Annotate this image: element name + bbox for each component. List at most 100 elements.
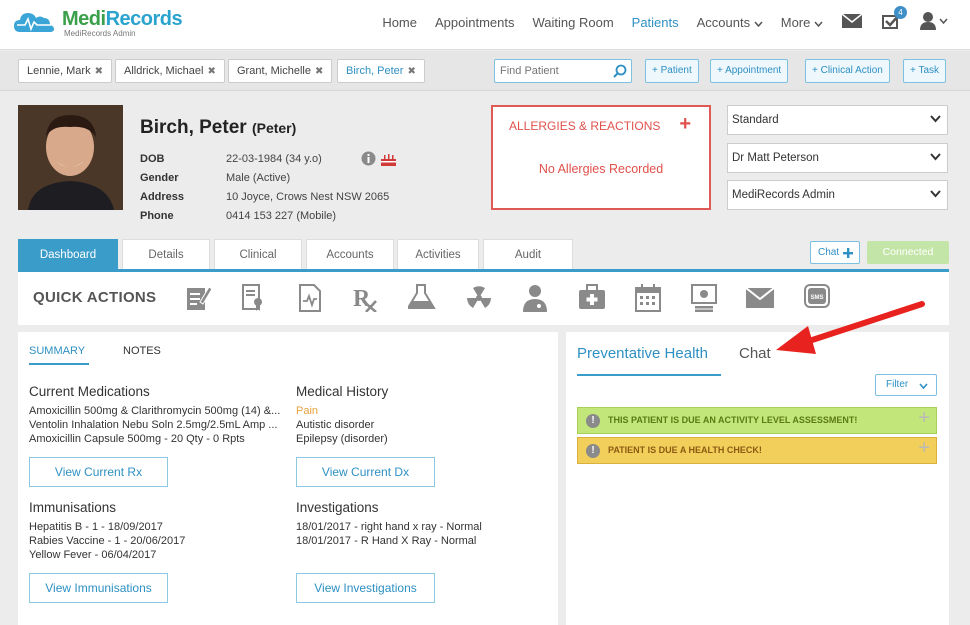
lab-flask-icon[interactable] [406, 284, 436, 313]
plus-icon [843, 248, 853, 258]
doctor-select[interactable]: Dr Matt Peterson [727, 143, 948, 173]
filter-label: Filter [886, 379, 909, 390]
alert-health-check[interactable]: ! PATIENT IS DUE A HEALTH CHECK! + [577, 437, 937, 464]
patient-chip-label: Birch, Peter [346, 65, 404, 77]
tab-accounts[interactable]: Accounts [306, 239, 394, 269]
tab-preventative-health[interactable]: Preventative Health [577, 345, 708, 362]
preventative-tab-underline [577, 374, 721, 376]
doctor-referral-icon[interactable] [522, 284, 548, 315]
tab-activities[interactable]: Activities [397, 239, 479, 269]
patient-photo [18, 105, 123, 210]
tasks-count-badge: 4 [894, 5, 907, 19]
chevron-down-icon [919, 383, 928, 389]
tab-notes[interactable]: NOTES [123, 345, 161, 357]
phone-label: Phone [140, 210, 174, 222]
practice-select[interactable]: MediRecords Admin [727, 180, 948, 210]
medication-item: Amoxicillin 500mg & Clarithromycin 500mg… [29, 405, 281, 417]
alert-activity-assessment[interactable]: ! THIS PATIENT IS DUE AN ACTIVITY LEVEL … [577, 407, 937, 434]
practice-value: MediRecords Admin [732, 189, 835, 201]
add-plus-icon[interactable]: + [918, 436, 930, 461]
nav-patients[interactable]: Patients [632, 15, 679, 30]
nav-accounts[interactable]: Accounts [697, 15, 763, 30]
nav-waiting-room[interactable]: Waiting Room [533, 15, 614, 30]
patient-chip-lennie[interactable]: Lennie, Mark ✖ [18, 59, 112, 83]
patient-name: Birch, Peter (Peter) [140, 117, 296, 139]
tab-dashboard[interactable]: Dashboard [18, 239, 118, 269]
allergies-title: ALLERGIES & REACTIONS [509, 119, 661, 133]
info-icon: ! [586, 444, 600, 458]
connection-status-badge: Connected [867, 241, 949, 264]
address-label: Address [140, 191, 185, 203]
gender-value: Male (Active) [226, 172, 291, 184]
view-investigations-button[interactable]: View Investigations [296, 573, 435, 603]
add-appointment-button[interactable]: + Appointment [710, 59, 789, 83]
nav-more[interactable]: More [781, 15, 823, 30]
find-patient-input[interactable] [495, 60, 605, 82]
immunisation-item: Hepatitis B - 1 - 18/09/2017 [29, 521, 163, 533]
medical-history-title: Medical History [296, 384, 389, 399]
close-icon[interactable]: ✖ [407, 66, 415, 77]
chevron-down-icon [930, 115, 941, 123]
close-icon[interactable]: ✖ [207, 66, 215, 77]
history-item: Autistic disorder [296, 419, 375, 431]
calendar-icon[interactable] [635, 284, 661, 315]
add-clinical-action-button[interactable]: + Clinical Action [805, 59, 890, 83]
patient-chip-birch[interactable]: Birch, Peter ✖ [337, 59, 425, 83]
info-icon: ! [586, 414, 600, 428]
medication-item: Amoxicillin Capsule 500mg - 20 Qty - 0 R… [29, 433, 245, 445]
close-icon[interactable]: ✖ [315, 66, 323, 77]
user-menu-icon[interactable] [920, 11, 948, 33]
logo-title-medi: Medi [62, 8, 106, 30]
top-navigation: MediRecords MediRecords Admin Home Appoi… [0, 0, 970, 50]
tab-chat[interactable]: Chat [739, 345, 771, 362]
add-patient-button[interactable]: + Patient [645, 59, 699, 83]
medirecords-logo[interactable]: MediRecords MediRecords Admin [12, 8, 183, 38]
view-immunisations-button[interactable]: View Immunisations [29, 573, 168, 603]
patient-chip-alldrick[interactable]: Alldrick, Michael ✖ [115, 59, 225, 83]
immunisations-title: Immunisations [29, 500, 117, 515]
tab-audit[interactable]: Audit [483, 239, 573, 269]
investigation-item: 18/01/2017 - right hand x ray - Normal [296, 521, 482, 533]
tab-details[interactable]: Details [122, 239, 210, 269]
medical-kit-icon[interactable] [578, 284, 606, 313]
tab-summary[interactable]: SUMMARY [29, 345, 85, 357]
main-nav: Home Appointments Waiting Room Patients … [373, 0, 970, 44]
nav-home[interactable]: Home [382, 15, 417, 30]
info-icon[interactable] [361, 151, 376, 169]
filter-button[interactable]: Filter [875, 374, 937, 396]
prescription-rx-icon[interactable]: R [353, 284, 379, 315]
patient-chip-grant[interactable]: Grant, Michelle ✖ [228, 59, 333, 83]
dob-label: DOB [140, 153, 165, 165]
add-plus-icon[interactable]: + [918, 406, 930, 431]
phone-value: 0414 153 227 (Mobile) [226, 210, 337, 222]
billing-invoice-icon[interactable] [691, 284, 719, 315]
patient-chip-label: Grant, Michelle [237, 65, 311, 77]
dob-value: 22-03-1984 (34 y.o) [226, 153, 322, 165]
nav-appointments[interactable]: Appointments [435, 15, 515, 30]
view-current-rx-button[interactable]: View Current Rx [29, 457, 168, 487]
messages-envelope-icon[interactable] [841, 12, 863, 31]
immunisation-item: Rabies Vaccine - 1 - 20/06/2017 [29, 535, 186, 547]
address-value: 10 Joyce, Crows Nest NSW 2065 [226, 191, 390, 203]
chevron-down-icon [930, 153, 941, 161]
tab-clinical[interactable]: Clinical [214, 239, 302, 269]
radiology-icon[interactable] [465, 284, 493, 315]
billing-type-select[interactable]: Standard [727, 105, 948, 135]
certificate-icon[interactable] [242, 284, 264, 315]
search-icon[interactable] [613, 64, 627, 81]
current-medications-title: Current Medications [29, 384, 150, 399]
chat-button[interactable]: Chat [810, 241, 860, 264]
pathology-report-icon[interactable] [299, 284, 321, 315]
close-icon[interactable]: ✖ [95, 66, 103, 77]
clinical-notes-icon[interactable] [186, 284, 213, 315]
add-allergy-plus-icon[interactable]: + [679, 113, 691, 136]
logo-title-records: Records [105, 8, 183, 30]
tasks-check-icon[interactable]: 4 [882, 5, 907, 32]
view-current-dx-button[interactable]: View Current Dx [296, 457, 435, 487]
chevron-down-icon [814, 21, 823, 27]
billing-type-value: Standard [732, 114, 779, 126]
allergies-panel: ALLERGIES & REACTIONS + No Allergies Rec… [491, 105, 711, 210]
add-task-button[interactable]: + Task [903, 59, 946, 83]
find-patient-box [494, 59, 632, 83]
immunisation-item: Yellow Fever - 06/04/2017 [29, 549, 157, 561]
